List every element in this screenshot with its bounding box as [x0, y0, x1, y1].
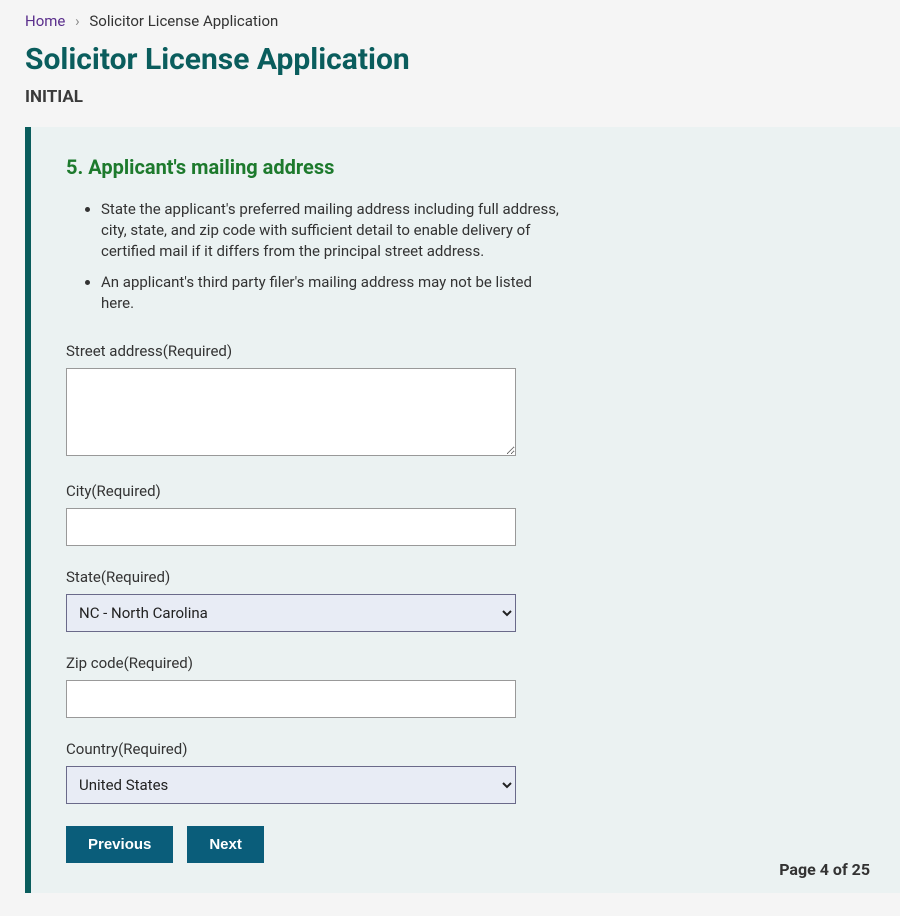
chevron-right-icon: ›	[75, 12, 80, 30]
page-subtitle: INITIAL	[0, 87, 900, 127]
breadcrumb-current: Solicitor License Application	[89, 12, 278, 30]
street-address-label: Street address(Required)	[66, 342, 516, 360]
instruction-item: An applicant's third party filer's maili…	[101, 272, 561, 314]
street-address-input[interactable]	[66, 368, 516, 456]
city-input[interactable]	[66, 508, 516, 546]
state-label: State(Required)	[66, 568, 516, 586]
zip-label: Zip code(Required)	[66, 654, 516, 672]
page-title: Solicitor License Application	[0, 42, 900, 87]
form-panel: 5. Applicant's mailing address State the…	[25, 127, 900, 893]
zip-input[interactable]	[66, 680, 516, 718]
previous-button[interactable]: Previous	[66, 826, 173, 863]
next-button[interactable]: Next	[187, 826, 264, 863]
state-select[interactable]: NC - North Carolina	[66, 594, 516, 632]
country-select[interactable]: United States	[66, 766, 516, 804]
button-row: Previous Next	[66, 826, 865, 863]
breadcrumb: Home › Solicitor License Application	[0, 0, 900, 42]
page-indicator: Page 4 of 25	[779, 860, 870, 879]
city-label: City(Required)	[66, 482, 516, 500]
instructions-list: State the applicant's preferred mailing …	[66, 199, 561, 314]
section-title: 5. Applicant's mailing address	[66, 155, 865, 179]
instruction-item: State the applicant's preferred mailing …	[101, 199, 561, 262]
breadcrumb-home-link[interactable]: Home	[25, 12, 65, 30]
country-label: Country(Required)	[66, 740, 516, 758]
